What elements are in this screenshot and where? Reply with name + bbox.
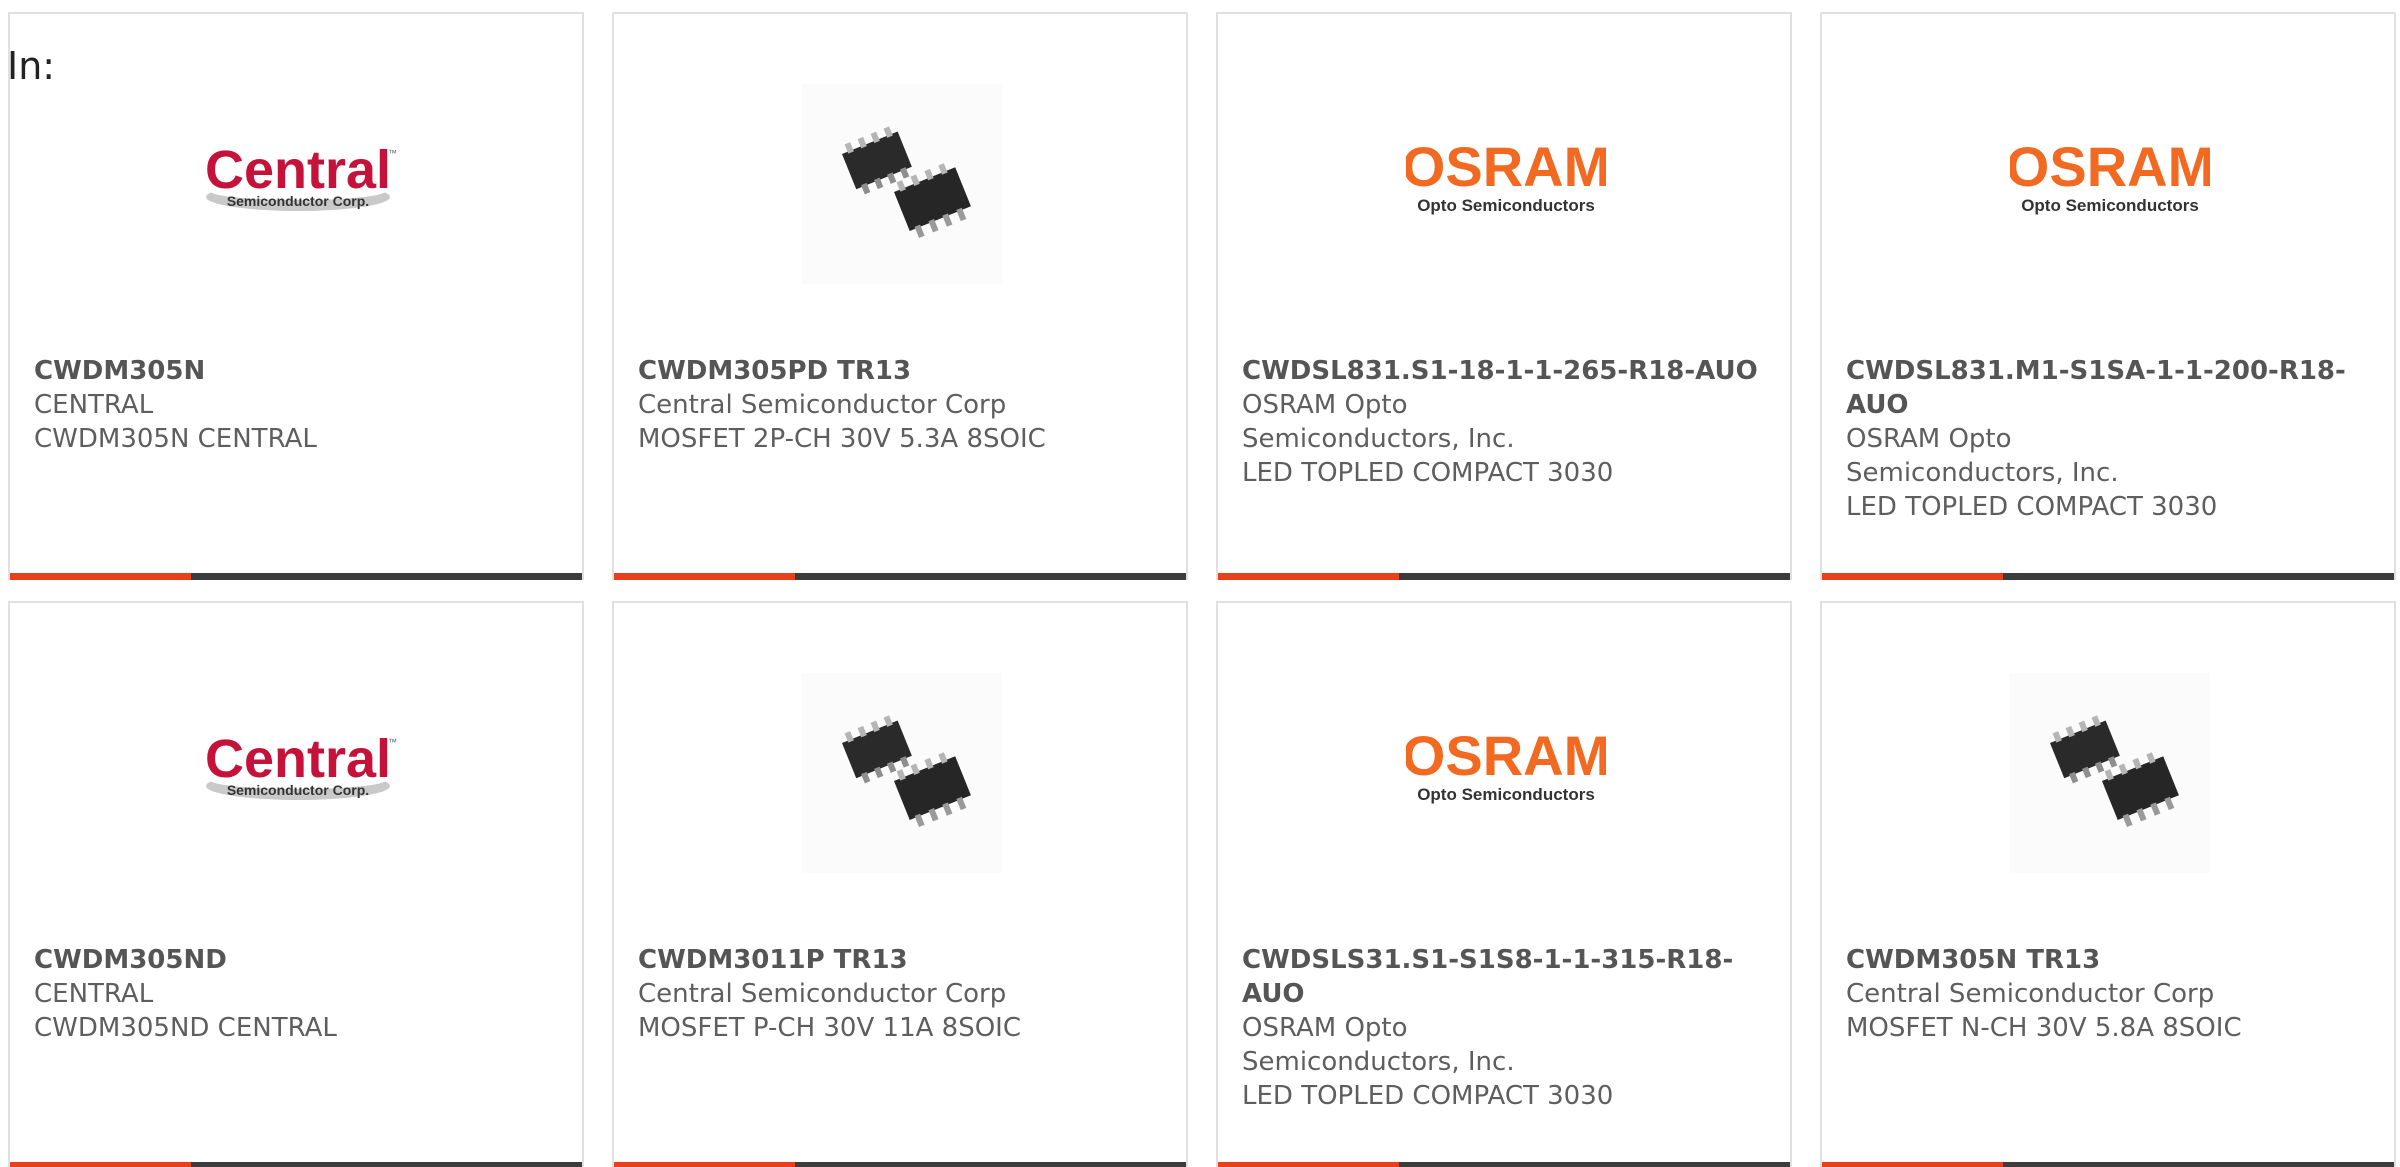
product-info: CWDM3011P TR13 Central Semiconductor Cor… bbox=[638, 943, 1173, 1045]
part-number-link[interactable]: CWDM305N TR13 bbox=[1846, 943, 2381, 977]
description: MOSFET N-CH 30V 5.8A 8SOIC bbox=[1846, 1013, 2242, 1043]
part-number-link[interactable]: CWDSL831.S1-18-1-1-265-R18-AUO bbox=[1242, 354, 1777, 388]
part-number-link[interactable]: CWDM305N bbox=[34, 354, 569, 388]
card-accent-bar bbox=[614, 573, 795, 580]
svg-text:Opto Semiconductors: Opto Semiconductors bbox=[1417, 785, 1595, 804]
card-accent-bar bbox=[10, 573, 191, 580]
card-bottom-bar bbox=[1218, 573, 1790, 580]
part-number-link[interactable]: CWDSLS31.S1-S1S8-1-1-315-R18-AUO bbox=[1242, 943, 1777, 1011]
card-accent-bar bbox=[10, 1162, 191, 1167]
card-bottom-bar bbox=[614, 573, 1186, 580]
manufacturer: Central Semiconductor Corp bbox=[638, 390, 1007, 420]
svg-text:OSRAM: OSRAM bbox=[1406, 724, 1606, 787]
description: MOSFET 2P-CH 30V 5.3A 8SOIC bbox=[638, 424, 1046, 454]
soic-8-chip-image[interactable] bbox=[802, 673, 1002, 873]
part-number-link[interactable]: CWDSL831.M1-S1SA-1-1-200-R18-AUO bbox=[1846, 354, 2381, 422]
osram-logo-image[interactable]: OSRAM Opto Semiconductors bbox=[1406, 84, 1606, 284]
description: CWDM305ND CENTRAL bbox=[34, 1013, 337, 1043]
product-card[interactable]: OSRAM Opto Semiconductors CWDSL831.M1-S1… bbox=[1820, 12, 2396, 580]
svg-text:Opto Semiconductors: Opto Semiconductors bbox=[2021, 196, 2199, 215]
card-accent-bar bbox=[1822, 1162, 2003, 1167]
soic-8-chip-image[interactable] bbox=[802, 84, 1002, 284]
card-bottom-bar bbox=[1218, 1162, 1790, 1167]
product-info: CWDM305ND CENTRAL CWDM305ND CENTRAL bbox=[34, 943, 569, 1045]
svg-text:Central: Central bbox=[205, 729, 391, 789]
svg-text:Opto Semiconductors: Opto Semiconductors bbox=[1417, 196, 1595, 215]
svg-text:Semiconductor Corp.: Semiconductor Corp. bbox=[227, 782, 369, 798]
product-grid-page: In: Central ™ Semiconductor Corp. CWDM30… bbox=[0, 0, 2400, 1167]
description: LED TOPLED COMPACT 3030 bbox=[1242, 458, 1614, 488]
manufacturer: CENTRAL bbox=[34, 390, 154, 420]
product-info: CWDSL831.M1-S1SA-1-1-200-R18-AUO OSRAM O… bbox=[1846, 354, 2381, 524]
product-info: CWDSLS31.S1-S1S8-1-1-315-R18-AUO OSRAM O… bbox=[1242, 943, 1777, 1113]
manufacturer: Central Semiconductor Corp bbox=[1846, 979, 2215, 1009]
card-accent-bar bbox=[1218, 1162, 1399, 1167]
product-info: CWDM305N TR13 Central Semiconductor Corp… bbox=[1846, 943, 2381, 1045]
manufacturer: Central Semiconductor Corp bbox=[638, 979, 1007, 1009]
part-number-link[interactable]: CWDM3011P TR13 bbox=[638, 943, 1173, 977]
product-card[interactable]: OSRAM Opto Semiconductors CWDSLS31.S1-S1… bbox=[1216, 601, 1792, 1167]
description: LED TOPLED COMPACT 3030 bbox=[1846, 492, 2218, 522]
product-card[interactable]: OSRAM Opto Semiconductors CWDSL831.S1-18… bbox=[1216, 12, 1792, 580]
central-logo-image[interactable]: Central ™ Semiconductor Corp. bbox=[198, 673, 398, 873]
in-label: In: bbox=[7, 44, 56, 88]
svg-text:OSRAM: OSRAM bbox=[2010, 135, 2210, 198]
card-accent-bar bbox=[1822, 573, 2003, 580]
svg-text:™: ™ bbox=[388, 148, 397, 158]
svg-text:Semiconductor Corp.: Semiconductor Corp. bbox=[227, 193, 369, 209]
part-number-link[interactable]: CWDM305PD TR13 bbox=[638, 354, 1173, 388]
product-info: CWDM305PD TR13 Central Semiconductor Cor… bbox=[638, 354, 1173, 456]
soic-8-chip-image[interactable] bbox=[2010, 673, 2210, 873]
svg-text:OSRAM: OSRAM bbox=[1406, 135, 1606, 198]
svg-text:Central: Central bbox=[205, 140, 391, 200]
product-card[interactable]: CWDM305N TR13 Central Semiconductor Corp… bbox=[1820, 601, 2396, 1167]
description: LED TOPLED COMPACT 3030 bbox=[1242, 1081, 1614, 1111]
card-bottom-bar bbox=[614, 1162, 1186, 1167]
manufacturer: OSRAM Opto Semiconductors, Inc. bbox=[1846, 424, 2119, 488]
card-bottom-bar bbox=[1822, 573, 2394, 580]
manufacturer: OSRAM Opto Semiconductors, Inc. bbox=[1242, 390, 1515, 454]
card-bottom-bar bbox=[10, 1162, 582, 1167]
manufacturer: CENTRAL bbox=[34, 979, 154, 1009]
osram-logo-image[interactable]: OSRAM Opto Semiconductors bbox=[1406, 673, 1606, 873]
description: CWDM305N CENTRAL bbox=[34, 424, 317, 454]
product-card[interactable]: CWDM305PD TR13 Central Semiconductor Cor… bbox=[612, 12, 1188, 580]
part-number-link[interactable]: CWDM305ND bbox=[34, 943, 569, 977]
osram-logo-image[interactable]: OSRAM Opto Semiconductors bbox=[2010, 84, 2210, 284]
card-bottom-bar bbox=[1822, 1162, 2394, 1167]
card-accent-bar bbox=[1218, 573, 1399, 580]
central-logo-image[interactable]: Central ™ Semiconductor Corp. bbox=[198, 84, 398, 284]
card-accent-bar bbox=[614, 1162, 795, 1167]
product-card[interactable]: Central ™ Semiconductor Corp. CWDM305ND … bbox=[8, 601, 584, 1167]
product-info: CWDSL831.S1-18-1-1-265-R18-AUO OSRAM Opt… bbox=[1242, 354, 1777, 490]
svg-text:™: ™ bbox=[388, 737, 397, 747]
description: MOSFET P-CH 30V 11A 8SOIC bbox=[638, 1013, 1021, 1043]
product-card[interactable]: CWDM3011P TR13 Central Semiconductor Cor… bbox=[612, 601, 1188, 1167]
manufacturer: OSRAM Opto Semiconductors, Inc. bbox=[1242, 1013, 1515, 1077]
product-card[interactable]: Central ™ Semiconductor Corp. CWDM305N C… bbox=[8, 12, 584, 580]
product-info: CWDM305N CENTRAL CWDM305N CENTRAL bbox=[34, 354, 569, 456]
card-bottom-bar bbox=[10, 573, 582, 580]
